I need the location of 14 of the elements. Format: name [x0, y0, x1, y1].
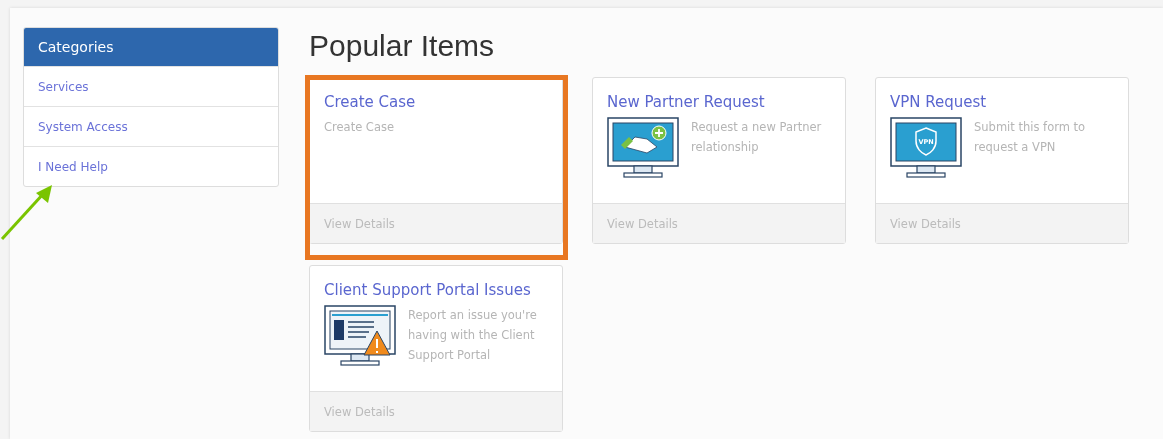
- card-title[interactable]: Create Case: [324, 93, 416, 111]
- card-description: Request a new Partner relationship: [691, 119, 823, 156]
- card-title[interactable]: VPN Request: [890, 93, 987, 111]
- category-link[interactable]: Services: [24, 66, 278, 106]
- card-description: Report an issue you're having with the Client Support Portal: [408, 307, 538, 364]
- card-title[interactable]: New Partner Request: [607, 93, 765, 111]
- card-title[interactable]: Client Support Portal Issues: [324, 281, 531, 299]
- category-link[interactable]: System Access: [24, 106, 278, 146]
- category-link[interactable]: I Need Help: [24, 146, 278, 186]
- card-description: Create Case: [324, 119, 394, 136]
- page-heading: Popular Items: [309, 28, 496, 64]
- card-description: Submit this form to request a VPN: [974, 119, 1087, 156]
- warning-monitor-icon: [324, 305, 396, 367]
- categories-header: Categories: [24, 28, 278, 66]
